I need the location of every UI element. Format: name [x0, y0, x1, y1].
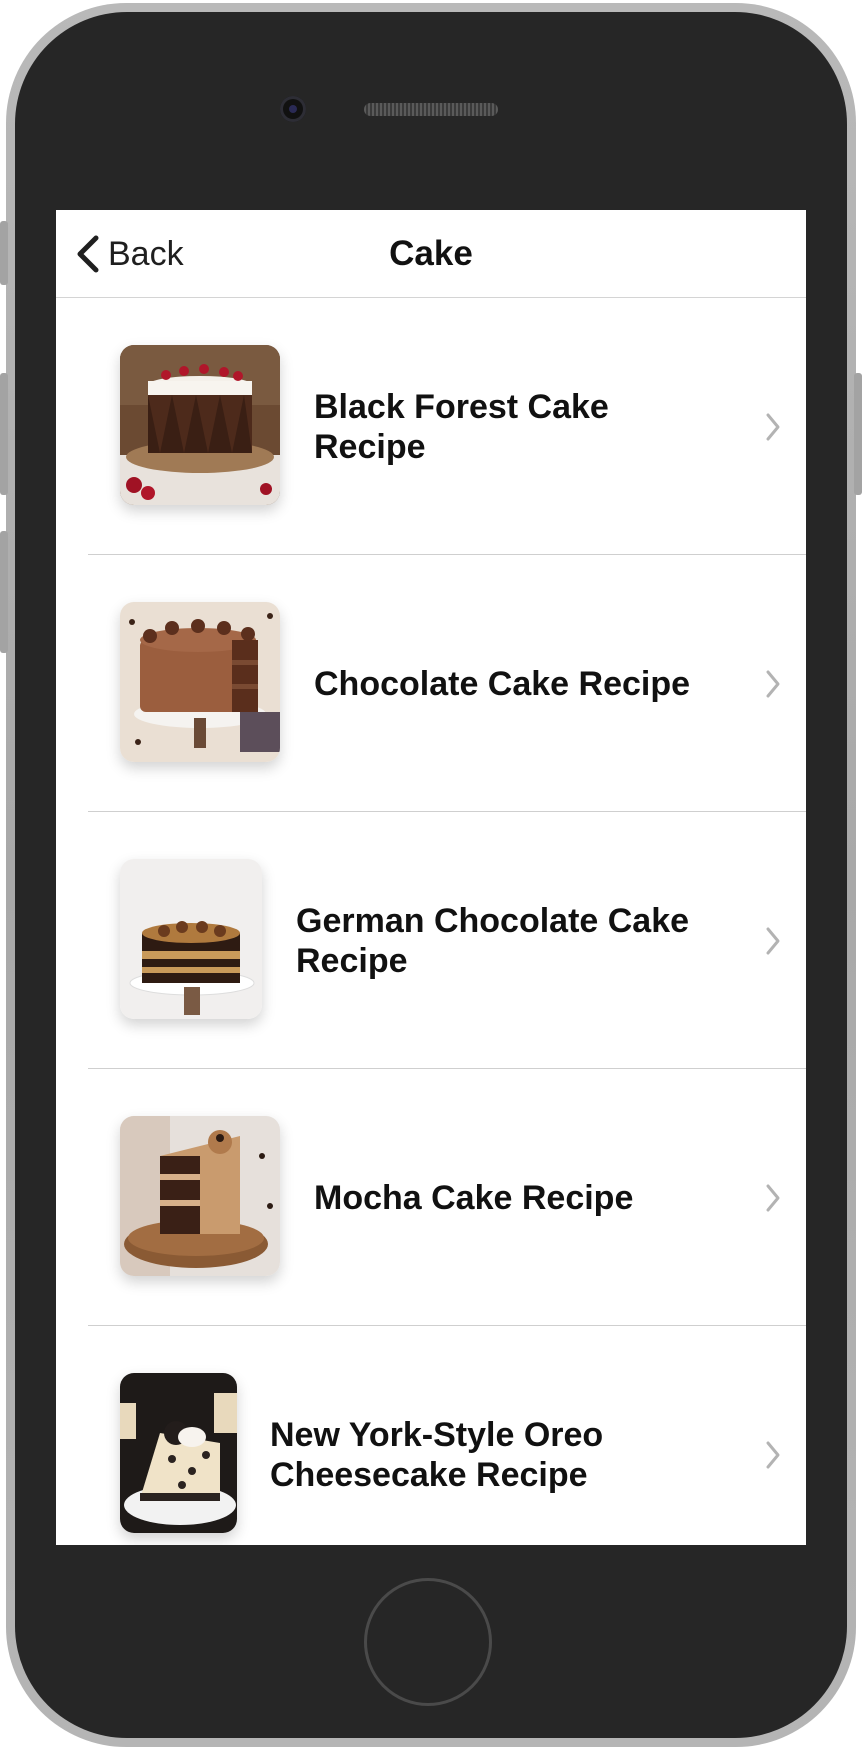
chevron-right-icon: [766, 1184, 780, 1211]
chevron-right-icon: [766, 670, 780, 697]
list-item[interactable]: Chocolate Cake Recipe: [56, 555, 806, 812]
list-item[interactable]: Black Forest Cake Recipe: [56, 298, 806, 555]
navigation-bar: Back Cake: [56, 210, 806, 298]
list-item[interactable]: Mocha Cake Recipe: [56, 1069, 806, 1326]
chocolate-cake-photo: [120, 602, 280, 762]
list-item[interactable]: New York-Style Oreo Cheesecake Recipe: [56, 1326, 806, 1545]
recipe-title: Black Forest Cake Recipe: [314, 387, 609, 466]
recipe-title: New York-Style Oreo Cheesecake Recipe: [270, 1415, 604, 1494]
chevron-right-icon: [766, 413, 780, 440]
recipe-title: Chocolate Cake Recipe: [314, 664, 691, 703]
list-item[interactable]: German Chocolate Cake Recipe: [56, 812, 806, 1069]
german-chocolate-cake-photo: [120, 859, 262, 1019]
mute-switch: [0, 221, 8, 285]
recipe-list: Black Forest Cake Recipe Chocolate Cake …: [56, 298, 806, 1545]
earpiece-speaker: [364, 103, 498, 116]
home-button[interactable]: [364, 1578, 492, 1706]
chevron-right-icon: [766, 927, 780, 954]
black-forest-cake-photo: [120, 345, 280, 505]
recipe-title: German Chocolate Cake Recipe: [296, 901, 690, 980]
oreo-cheesecake-photo: [120, 1373, 237, 1533]
volume-up-button: [0, 373, 8, 495]
volume-down-button: [0, 531, 8, 653]
front-camera: [280, 96, 306, 122]
app-screen: Back Cake Black Forest Cake Recipe Choco…: [56, 210, 806, 1545]
mocha-cake-photo: [120, 1116, 280, 1276]
page-title: Cake: [389, 234, 473, 273]
recipe-title: Mocha Cake Recipe: [314, 1178, 634, 1217]
chevron-right-icon: [766, 1441, 780, 1468]
power-button: [854, 373, 862, 495]
